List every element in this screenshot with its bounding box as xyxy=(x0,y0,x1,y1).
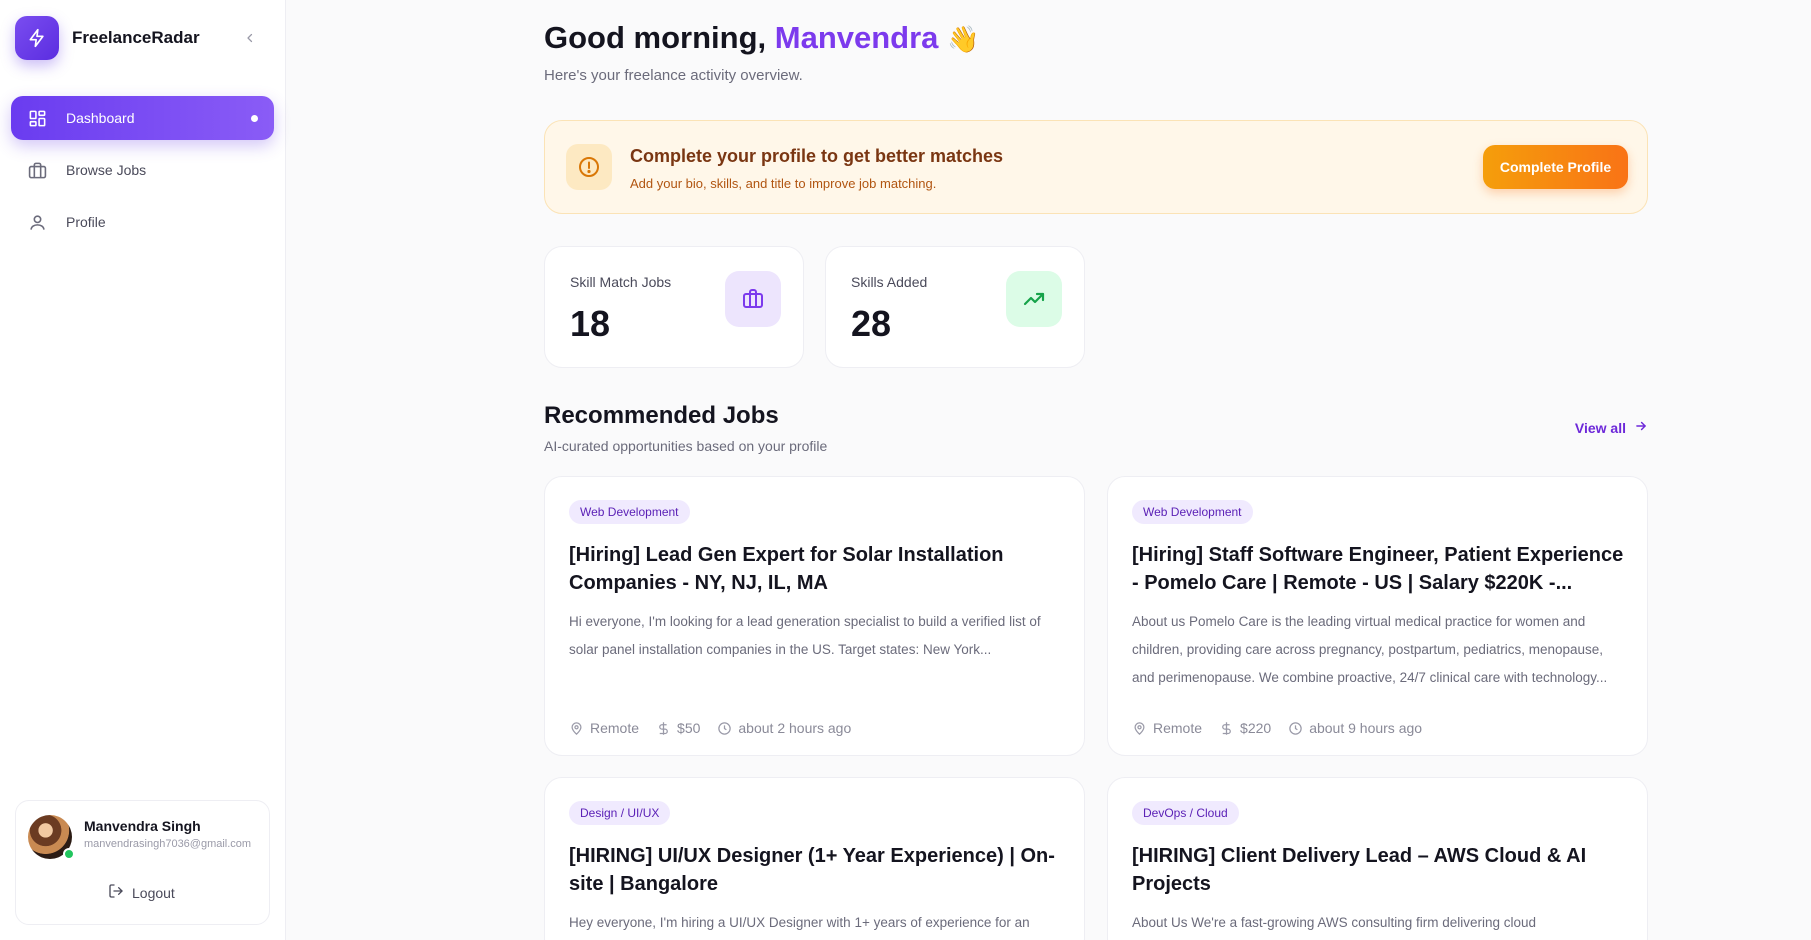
stat-label: Skills Added xyxy=(851,274,928,290)
sidebar: FreelanceRadar Dashboard Browse Jobs Pro… xyxy=(0,0,286,940)
logout-label: Logout xyxy=(132,884,175,901)
active-indicator-dot xyxy=(251,115,258,122)
page-title: Good morning, Manvendra 👋 xyxy=(544,20,979,56)
job-budget: $220 xyxy=(1219,720,1271,736)
job-card[interactable]: Web Development [Hiring] Lead Gen Expert… xyxy=(544,476,1085,756)
sidebar-item-browse-jobs[interactable]: Browse Jobs xyxy=(11,148,274,192)
job-category-tag: Web Development xyxy=(1132,500,1253,524)
collapse-sidebar-chevron-left-icon[interactable] xyxy=(240,28,260,48)
online-status-dot xyxy=(63,848,75,860)
job-category-tag: Web Development xyxy=(569,500,690,524)
app-name: FreelanceRadar xyxy=(72,28,200,47)
alert-circle-icon xyxy=(566,144,612,190)
job-posted-time: about 9 hours ago xyxy=(1288,720,1422,736)
section-subtitle: AI-curated opportunities based on your p… xyxy=(544,438,828,454)
profile-completion-banner: Complete your profile to get better matc… xyxy=(544,120,1648,214)
job-category-tag: DevOps / Cloud xyxy=(1132,801,1239,825)
waving-hand-icon: 👋 xyxy=(947,24,980,54)
job-title: [Hiring] Lead Gen Expert for Solar Insta… xyxy=(569,544,1004,594)
job-description: Hi everyone, I'm looking for a lead gene… xyxy=(569,614,1041,657)
job-description: Hey everyone, I'm hiring a UI/UX Designe… xyxy=(569,915,1030,930)
map-pin-icon xyxy=(1134,721,1145,735)
stat-label: Skill Match Jobs xyxy=(570,274,672,290)
stat-value: 18 xyxy=(570,303,611,344)
stat-card-skill-match-jobs: Skill Match Jobs 18 xyxy=(544,246,804,368)
sidebar-item-dashboard[interactable]: Dashboard xyxy=(11,96,274,140)
user-email: manvendrasingh7036@gmail.com xyxy=(84,838,252,850)
map-pin-icon xyxy=(571,721,582,735)
clock-icon xyxy=(1289,721,1302,735)
user-name: Manvendra Singh xyxy=(84,818,201,834)
job-budget: $50 xyxy=(656,720,700,736)
job-location: Remote xyxy=(569,720,639,736)
job-description: About Us We're a fast-growing AWS consul… xyxy=(1132,915,1537,930)
page-subtitle: Here's your freelance activity overview. xyxy=(544,67,803,84)
job-posted-time: about 2 hours ago xyxy=(717,720,851,736)
dashboard-grid-icon xyxy=(27,108,47,128)
clock-icon xyxy=(718,721,732,735)
greeting-user-name: Manvendra xyxy=(774,20,939,55)
dollar-icon xyxy=(659,721,668,735)
dollar-icon xyxy=(1222,721,1231,735)
banner-text: Add your bio, skills, and title to impro… xyxy=(630,176,937,191)
job-card[interactable]: Design / UI/UX [HIRING] UI/UX Designer (… xyxy=(544,777,1085,940)
user-card: Manvendra Singh manvendrasingh7036@gmail… xyxy=(15,800,270,925)
user-icon xyxy=(27,212,47,232)
brand[interactable]: FreelanceRadar xyxy=(15,16,200,60)
job-meta: Remote $220 about 9 hours ago xyxy=(1132,720,1439,736)
view-all-label: View all xyxy=(1574,419,1626,436)
sidebar-item-label: Dashboard xyxy=(66,110,135,126)
sidebar-item-profile[interactable]: Profile xyxy=(11,200,274,244)
job-description: About us Pomelo Care is the leading virt… xyxy=(1132,614,1608,685)
section-title: Recommended Jobs xyxy=(544,402,779,429)
complete-profile-button[interactable]: Complete Profile xyxy=(1483,145,1628,189)
job-title: [HIRING] Client Delivery Lead – AWS Clou… xyxy=(1132,845,1587,895)
logout-button[interactable]: Logout xyxy=(108,883,175,902)
job-title: [Hiring] Staff Software Engineer, Patien… xyxy=(1132,544,1624,594)
job-card[interactable]: DevOps / Cloud [HIRING] Client Delivery … xyxy=(1107,777,1648,940)
lightning-icon xyxy=(15,16,59,60)
stat-card-skills-added: Skills Added 28 xyxy=(825,246,1085,368)
arrow-right-icon xyxy=(1634,419,1648,436)
briefcase-icon xyxy=(725,271,781,327)
sidebar-item-label: Profile xyxy=(66,214,106,230)
logout-icon xyxy=(108,883,124,902)
job-meta: Remote $50 about 2 hours ago xyxy=(569,720,868,736)
briefcase-icon xyxy=(27,160,47,180)
job-title: [HIRING] UI/UX Designer (1+ Year Experie… xyxy=(569,845,1055,895)
job-category-tag: Design / UI/UX xyxy=(569,801,671,825)
trending-up-icon xyxy=(1006,271,1062,327)
stat-value: 28 xyxy=(851,303,892,344)
banner-title: Complete your profile to get better matc… xyxy=(630,146,1004,166)
sidebar-item-label: Browse Jobs xyxy=(66,162,147,178)
sidebar-nav: Dashboard Browse Jobs Profile xyxy=(11,96,274,252)
job-location: Remote xyxy=(1132,720,1202,736)
greeting-prefix: Good morning, xyxy=(544,20,767,55)
view-all-link[interactable]: View all xyxy=(1575,419,1648,436)
job-card[interactable]: Web Development [Hiring] Staff Software … xyxy=(1107,476,1648,756)
